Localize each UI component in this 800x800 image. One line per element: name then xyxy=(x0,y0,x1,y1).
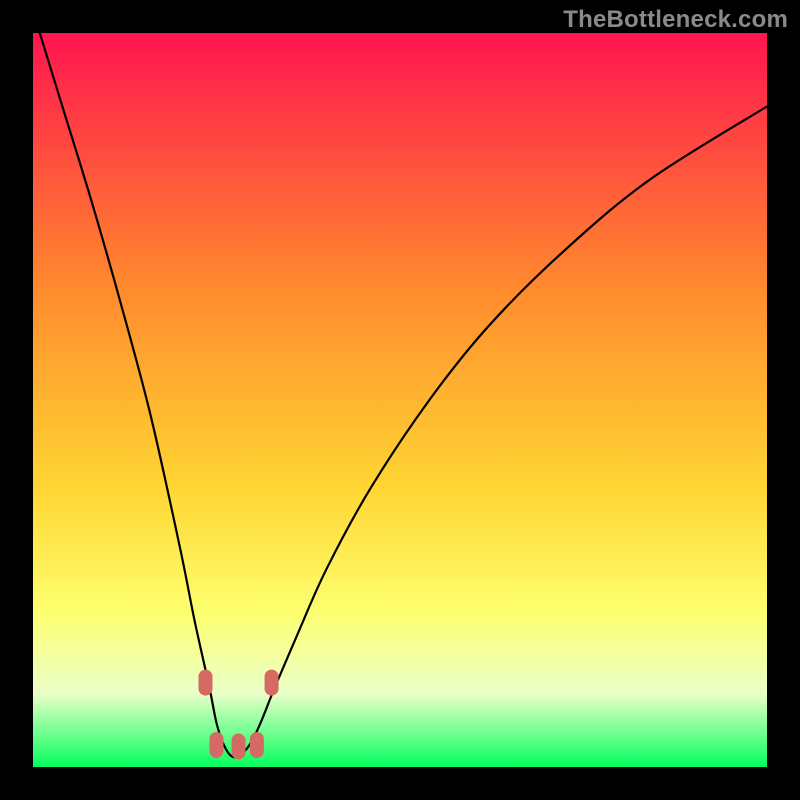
marker-dot xyxy=(232,733,246,759)
marker-dot xyxy=(210,732,224,758)
marker-dot xyxy=(198,670,212,696)
watermark-label: TheBottleneck.com xyxy=(563,6,788,34)
gradient-background xyxy=(33,33,767,767)
outer-frame: TheBottleneck.com xyxy=(0,0,800,800)
plot-area xyxy=(33,33,767,767)
marker-dot xyxy=(265,670,279,696)
marker-dot xyxy=(250,732,264,758)
bottleneck-chart xyxy=(33,33,767,767)
